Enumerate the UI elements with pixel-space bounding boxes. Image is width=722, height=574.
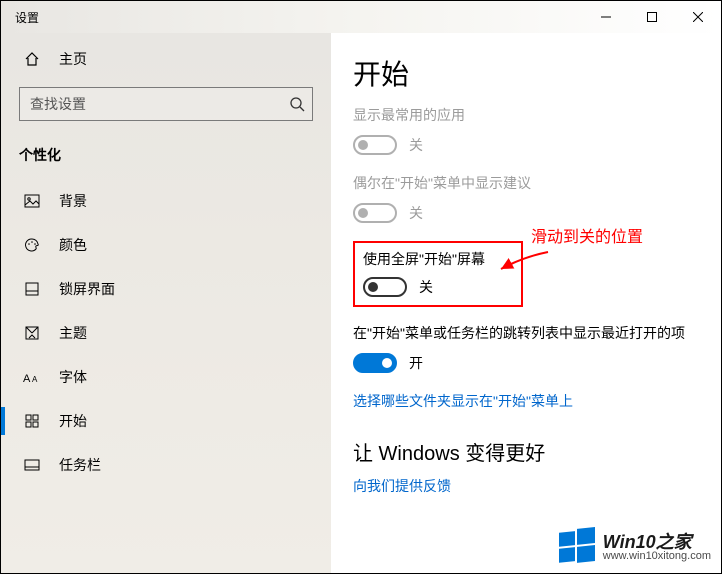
svg-text:A: A: [23, 373, 31, 384]
option-most-used-apps: 显示最常用的应用 关: [353, 105, 699, 155]
toggle-fullscreen-start[interactable]: [363, 277, 407, 297]
annotation-text: 滑动到关的位置: [531, 223, 643, 247]
watermark: Win10之家 www.win10xitong.com: [557, 527, 711, 567]
taskbar-icon: [23, 457, 41, 473]
toggle-state: 关: [409, 203, 423, 223]
page-title: 开始: [353, 53, 699, 93]
toggle-state: 关: [419, 277, 433, 297]
window-title: 设置: [1, 9, 39, 26]
sidebar-item-colors[interactable]: 颜色: [1, 223, 331, 267]
sidebar-home[interactable]: 主页: [1, 39, 331, 79]
windows-logo-icon: [557, 527, 597, 567]
link-feedback[interactable]: 向我们提供反馈: [353, 476, 699, 496]
sidebar-category: 个性化: [1, 139, 331, 179]
nav-label: 字体: [59, 367, 87, 387]
titlebar: 设置: [1, 1, 721, 33]
sub-heading: 让 Windows 变得更好: [353, 437, 699, 466]
watermark-title: Win10之家: [603, 533, 711, 551]
window-controls: [583, 1, 721, 33]
toggle-jumplist[interactable]: [353, 353, 397, 373]
theme-icon: [23, 325, 41, 341]
toggle-state: 关: [409, 135, 423, 155]
svg-text:A: A: [32, 375, 38, 384]
nav-label: 背景: [59, 191, 87, 211]
nav-label: 主题: [59, 323, 87, 343]
option-label: 使用全屏"开始"屏幕: [363, 249, 513, 269]
sidebar-item-themes[interactable]: 主题: [1, 311, 331, 355]
option-label: 在"开始"菜单或任务栏的跳转列表中显示最近打开的项: [353, 323, 699, 343]
font-icon: AA: [23, 370, 41, 384]
watermark-url: www.win10xitong.com: [603, 551, 711, 562]
option-label: 偶尔在"开始"菜单中显示建议: [353, 173, 699, 193]
sidebar-item-lockscreen[interactable]: 锁屏界面: [1, 267, 331, 311]
close-button[interactable]: [675, 1, 721, 33]
toggle-suggestions: [353, 203, 397, 223]
search-icon: [289, 96, 305, 112]
toggle-most-used: [353, 135, 397, 155]
sidebar-item-background[interactable]: 背景: [1, 179, 331, 223]
minimize-button[interactable]: [583, 1, 629, 33]
option-jumplist-recent: 在"开始"菜单或任务栏的跳转列表中显示最近打开的项 开: [353, 323, 699, 373]
lockscreen-icon: [23, 281, 41, 297]
nav-label: 颜色: [59, 235, 87, 255]
maximize-button[interactable]: [629, 1, 675, 33]
toggle-state: 开: [409, 353, 423, 373]
start-icon: [23, 413, 41, 429]
option-suggestions: 偶尔在"开始"菜单中显示建议 关: [353, 173, 699, 223]
nav-label: 任务栏: [59, 455, 101, 475]
content-area: 开始 显示最常用的应用 关 偶尔在"开始"菜单中显示建议 关 使用全屏"开始"屏…: [331, 33, 721, 573]
palette-icon: [23, 237, 41, 253]
sidebar: 主页 个性化 背景 颜色 锁屏界面: [1, 33, 331, 573]
sidebar-home-label: 主页: [59, 49, 87, 69]
search-wrap: [19, 87, 313, 121]
sidebar-item-fonts[interactable]: AA 字体: [1, 355, 331, 399]
search-input[interactable]: [19, 87, 313, 121]
picture-icon: [23, 193, 41, 209]
sidebar-item-start[interactable]: 开始: [1, 399, 331, 443]
annotation-arrow-icon: [493, 247, 553, 277]
link-folders-on-start[interactable]: 选择哪些文件夹显示在"开始"菜单上: [353, 391, 699, 411]
option-label: 显示最常用的应用: [353, 105, 699, 125]
home-icon: [23, 51, 41, 67]
nav-label: 开始: [59, 411, 87, 431]
nav-label: 锁屏界面: [59, 279, 115, 299]
sidebar-item-taskbar[interactable]: 任务栏: [1, 443, 331, 487]
